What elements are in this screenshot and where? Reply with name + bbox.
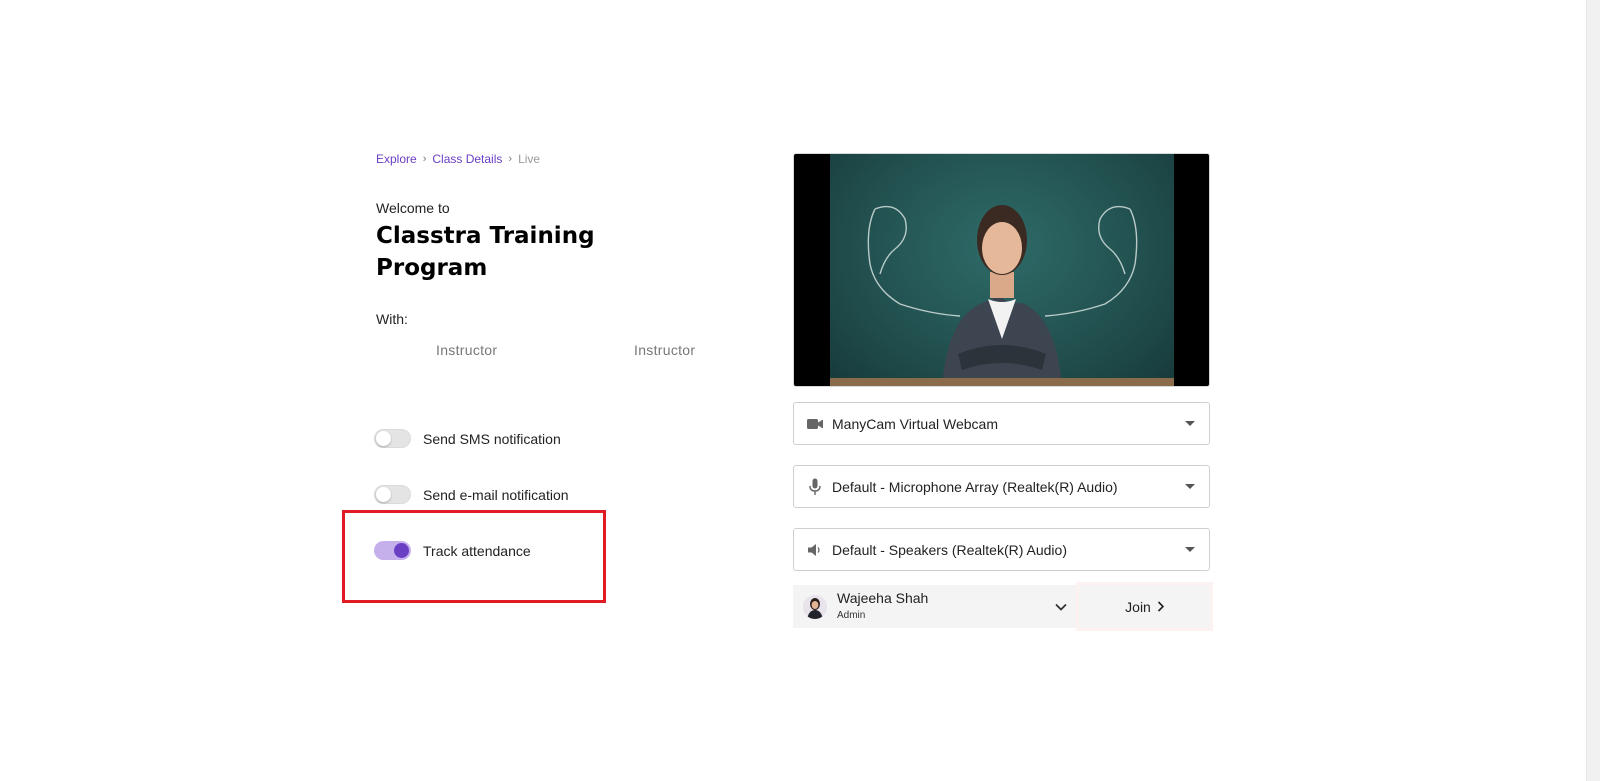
breadcrumb-separator: › bbox=[508, 153, 513, 165]
caret-down-icon bbox=[1185, 421, 1195, 426]
video-camera-icon bbox=[806, 415, 824, 433]
with-label: With: bbox=[376, 311, 408, 327]
toggle-knob bbox=[376, 487, 391, 502]
page-scrollbar[interactable] bbox=[1586, 0, 1600, 781]
person-silhouette bbox=[867, 205, 1138, 386]
webcam-preview bbox=[793, 153, 1210, 387]
microphone-select[interactable]: Default - Microphone Array (Realtek(R) A… bbox=[793, 465, 1210, 508]
breadcrumb-class-details[interactable]: Class Details bbox=[432, 152, 502, 166]
user-role: Admin bbox=[837, 610, 866, 621]
sms-notification-toggle[interactable] bbox=[374, 429, 411, 448]
sms-notification-label: Send SMS notification bbox=[423, 430, 561, 447]
breadcrumb: Explore › Class Details › Live bbox=[376, 152, 540, 166]
speaker-select[interactable]: Default - Speakers (Realtek(R) Audio) bbox=[793, 528, 1210, 571]
toggle-knob bbox=[376, 431, 391, 446]
join-button[interactable]: Join bbox=[1079, 585, 1210, 628]
camera-select-value: ManyCam Virtual Webcam bbox=[832, 415, 998, 432]
user-join-bar: Wajeeha Shah Admin Join bbox=[793, 585, 1210, 628]
welcome-text: Welcome to bbox=[376, 200, 450, 216]
highlight-box bbox=[342, 510, 606, 603]
user-name: Wajeeha Shah bbox=[837, 590, 929, 606]
breadcrumb-current: Live bbox=[518, 152, 541, 166]
email-notification-toggle-row[interactable]: Send e-mail notification bbox=[374, 485, 569, 504]
join-button-label: Join bbox=[1125, 598, 1151, 615]
webcam-preview-image bbox=[830, 154, 1174, 386]
instructor-name: Instructor bbox=[436, 342, 498, 358]
breadcrumb-separator: › bbox=[422, 153, 427, 165]
user-select[interactable]: Wajeeha Shah Admin bbox=[793, 585, 1079, 628]
chevron-right-icon bbox=[1157, 599, 1164, 615]
sms-notification-toggle-row[interactable]: Send SMS notification bbox=[374, 429, 561, 448]
caret-down-icon bbox=[1185, 547, 1195, 552]
breadcrumb-explore[interactable]: Explore bbox=[376, 152, 417, 166]
board-ledge bbox=[830, 378, 1174, 386]
instructor-name: Instructor bbox=[634, 342, 696, 358]
class-title: Classtra Training Program bbox=[376, 223, 595, 281]
chevron-down-icon[interactable] bbox=[1051, 597, 1071, 617]
speaker-icon bbox=[806, 541, 824, 559]
speaker-select-value: Default - Speakers (Realtek(R) Audio) bbox=[832, 541, 1067, 558]
microphone-icon bbox=[806, 478, 824, 496]
email-notification-toggle[interactable] bbox=[374, 485, 411, 504]
microphone-select-value: Default - Microphone Array (Realtek(R) A… bbox=[832, 478, 1118, 495]
camera-select[interactable]: ManyCam Virtual Webcam bbox=[793, 402, 1210, 445]
email-notification-label: Send e-mail notification bbox=[423, 486, 569, 503]
avatar bbox=[803, 594, 827, 619]
caret-down-icon bbox=[1185, 484, 1195, 489]
